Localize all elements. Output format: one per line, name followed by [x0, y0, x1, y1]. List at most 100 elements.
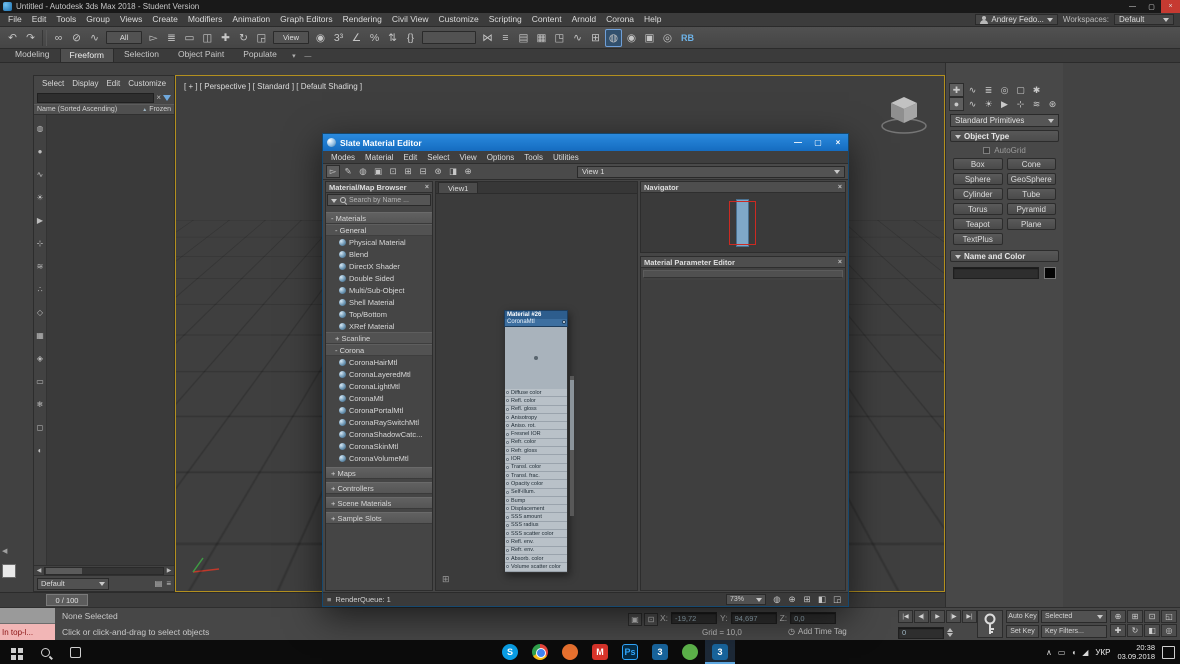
- node-slot[interactable]: Displacement: [505, 505, 567, 514]
- browser-row[interactable]: Physical Material: [326, 236, 432, 248]
- browser-panel-header[interactable]: Material/Map Browser ×: [326, 182, 432, 193]
- display-materials-icon[interactable]: ◐: [35, 445, 46, 456]
- collapse-arrow-icon[interactable]: ◀: [2, 547, 7, 555]
- name-column-header[interactable]: Name (Sorted Ascending): [37, 106, 117, 113]
- node-slot[interactable]: Transl. color: [505, 463, 567, 472]
- set-key-button[interactable]: Set Key: [1006, 625, 1039, 638]
- node-slot[interactable]: Self-illum.: [505, 488, 567, 497]
- taskbar-app[interactable]: [675, 640, 705, 664]
- scene-explorer-menu-item[interactable]: Select: [38, 79, 68, 88]
- browser-row[interactable]: + Scanline: [326, 332, 432, 344]
- ribbon-tab[interactable]: Object Paint: [169, 48, 233, 62]
- input-socket-icon[interactable]: [506, 465, 509, 469]
- node-slot[interactable]: Bump: [505, 496, 567, 506]
- input-socket-icon[interactable]: [506, 432, 509, 436]
- reference-coordinate-dropdown[interactable]: View: [273, 31, 309, 44]
- node-slot[interactable]: Refl. env.: [505, 538, 567, 547]
- go-to-end-icon[interactable]: ▶|: [962, 610, 977, 623]
- hscroll-handle[interactable]: [46, 567, 82, 574]
- maximize-view-icon[interactable]: ◲: [830, 593, 844, 606]
- slate-menu-item[interactable]: Edit: [398, 153, 422, 162]
- input-socket-icon[interactable]: [506, 532, 509, 536]
- spinner-snap-icon[interactable]: ⇅: [384, 29, 401, 47]
- select-tool-icon[interactable]: ▻: [326, 165, 340, 178]
- named-selection-sets-dropdown[interactable]: [422, 31, 476, 44]
- render-setup-icon[interactable]: ◉: [623, 29, 640, 47]
- previous-frame-icon[interactable]: ◀|: [914, 610, 929, 623]
- percent-snap-icon[interactable]: %: [366, 29, 383, 47]
- scene-object-list[interactable]: [47, 115, 174, 565]
- ribbon-expand-icon[interactable]: ▾: [287, 52, 301, 62]
- display-selection-sets-icon[interactable]: ▭: [35, 376, 46, 387]
- node-slot[interactable]: Diffuse color: [505, 389, 567, 398]
- x-coordinate-field[interactable]: -19,72: [671, 612, 718, 624]
- select-by-name-icon[interactable]: ≣: [163, 29, 180, 47]
- browser-row[interactable]: + Controllers: [326, 482, 432, 494]
- select-by-material-icon[interactable]: ◨: [446, 165, 460, 178]
- close-icon[interactable]: ×: [425, 184, 429, 191]
- browser-row[interactable]: CoronaLayeredMtl: [326, 368, 432, 380]
- align-icon[interactable]: ≡: [497, 29, 514, 47]
- taskbar-app[interactable]: 3: [645, 640, 675, 664]
- material-id-channel-icon[interactable]: ⊛: [431, 165, 445, 178]
- use-pivot-center-icon[interactable]: ◉: [312, 29, 329, 47]
- node-slot[interactable]: Opacity color: [505, 480, 567, 489]
- input-socket-icon[interactable]: [506, 523, 509, 527]
- primitive-button[interactable]: Pyramid: [1006, 203, 1056, 215]
- browser-row[interactable]: CoronaPortalMtl: [326, 404, 432, 416]
- undo-icon[interactable]: ↶: [4, 29, 21, 47]
- input-socket-icon[interactable]: [506, 474, 509, 478]
- schematic-view-icon[interactable]: ⊞: [587, 29, 604, 47]
- maximize-button[interactable]: ▢: [1142, 0, 1161, 13]
- node-slot[interactable]: Aniso. rot.: [505, 422, 567, 431]
- geometry-category-icon[interactable]: ●: [949, 97, 964, 111]
- menu-item[interactable]: Customize: [434, 13, 484, 26]
- key-selection-dropdown[interactable]: Selected: [1041, 610, 1107, 623]
- node-scrollbar[interactable]: [570, 376, 574, 516]
- taskbar-app[interactable]: [525, 640, 555, 664]
- display-space-warps-icon[interactable]: ≋: [35, 261, 46, 272]
- navigator-canvas[interactable]: [641, 193, 845, 252]
- browser-row[interactable]: + Scene Materials: [326, 497, 432, 509]
- browser-row[interactable]: CoronaSkinMtl: [326, 440, 432, 452]
- angle-snap-icon[interactable]: ∠: [348, 29, 365, 47]
- lights-category-icon[interactable]: ☀: [981, 97, 996, 111]
- layout-children-icon[interactable]: ⊟: [416, 165, 430, 178]
- modify-tab-icon[interactable]: ∿: [965, 83, 980, 97]
- node-subtitle[interactable]: CoronaMtl: [504, 319, 568, 327]
- input-socket-icon[interactable]: [506, 482, 509, 486]
- display-lights-icon[interactable]: ☀: [35, 192, 46, 203]
- name-and-color-rollout[interactable]: Name and Color: [950, 250, 1059, 262]
- menu-item[interactable]: File: [3, 13, 27, 26]
- display-tab-icon[interactable]: ▢: [1013, 83, 1028, 97]
- maxscript-mini-listener[interactable]: In top-l...: [0, 624, 55, 641]
- display-everything-icon[interactable]: ◍: [35, 123, 46, 134]
- menu-item[interactable]: Create: [147, 13, 183, 26]
- menu-item[interactable]: Modifiers: [183, 13, 227, 26]
- browser-row[interactable]: CoronaRaySwitchMtl: [326, 416, 432, 428]
- primitive-button[interactable]: GeoSphere: [1006, 173, 1056, 185]
- set-keys-button[interactable]: [977, 610, 1003, 638]
- tray-volume-icon[interactable]: ◖: [1071, 648, 1076, 657]
- tray-expand-icon[interactable]: ∧: [1046, 648, 1052, 657]
- hscroll-track[interactable]: [44, 566, 164, 575]
- canvas-pan-icon[interactable]: ⊞: [442, 574, 450, 585]
- selection-filter-dropdown[interactable]: All: [106, 31, 142, 44]
- cameras-category-icon[interactable]: ▶: [997, 97, 1012, 111]
- node-slot[interactable]: Anisotropy: [505, 413, 567, 423]
- action-center-icon[interactable]: [1162, 645, 1175, 659]
- close-button[interactable]: ×: [1161, 0, 1180, 13]
- slate-minimize-button[interactable]: —: [788, 134, 808, 151]
- input-socket-icon[interactable]: [506, 391, 509, 395]
- orbit-icon[interactable]: ↻: [1127, 624, 1143, 637]
- zoom-extents-icon[interactable]: ⊡: [1144, 610, 1160, 623]
- close-icon[interactable]: ×: [838, 184, 842, 191]
- frame-spinner[interactable]: [945, 625, 954, 640]
- selection-lock-toggle-icon[interactable]: ⊡: [644, 613, 658, 626]
- pan-icon[interactable]: ✚: [1110, 624, 1126, 637]
- ribbon-tab[interactable]: Populate: [234, 48, 286, 62]
- primitive-button[interactable]: Torus: [953, 203, 1003, 215]
- node-slot[interactable]: Refr. color: [505, 438, 567, 448]
- zoom-level-dropdown[interactable]: 73%: [726, 594, 766, 605]
- y-coordinate-field[interactable]: 94,697: [730, 612, 777, 624]
